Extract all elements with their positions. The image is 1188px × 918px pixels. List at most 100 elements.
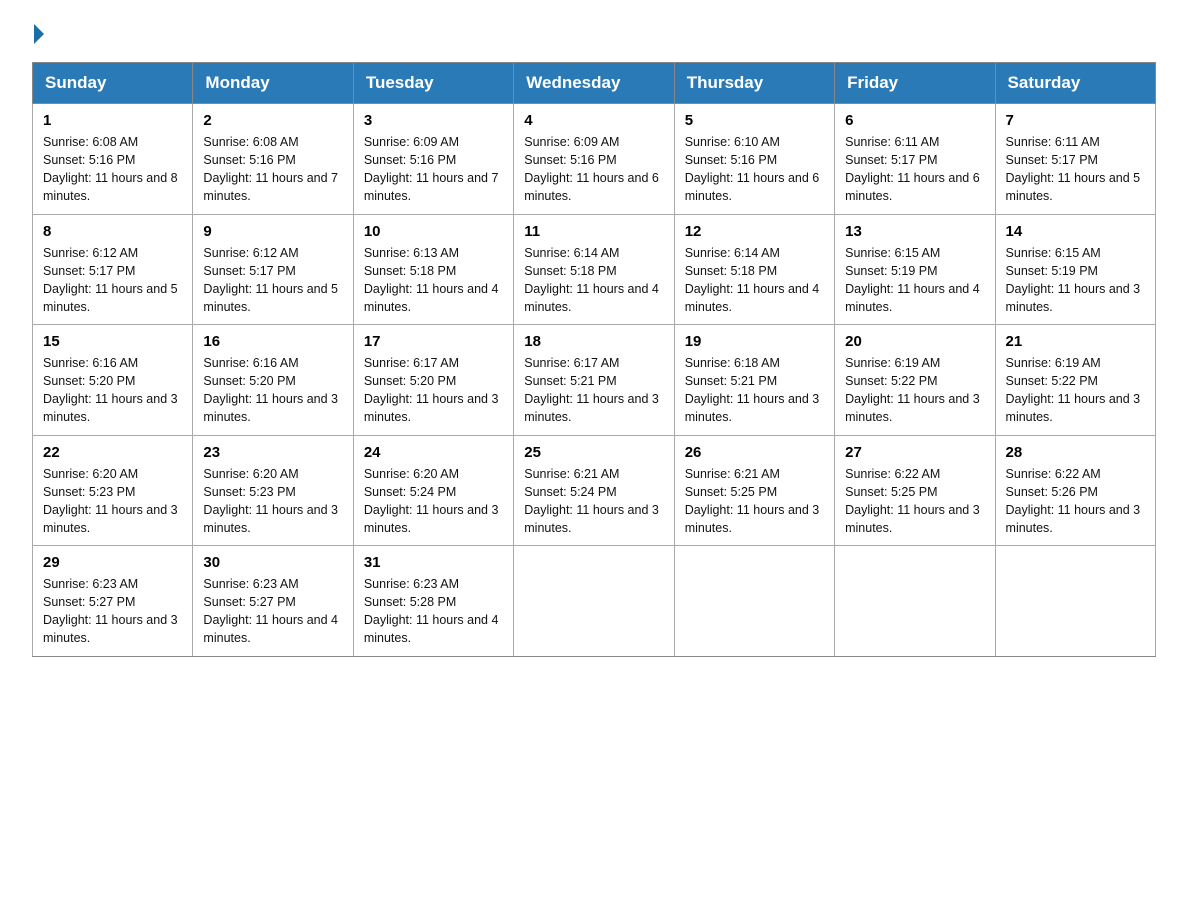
day-info: Sunrise: 6:18 AMSunset: 5:21 PMDaylight:… <box>685 356 820 424</box>
calendar-header-monday: Monday <box>193 63 353 104</box>
page-header <box>32 24 1156 44</box>
calendar-cell: 18 Sunrise: 6:17 AMSunset: 5:21 PMDayligh… <box>514 325 674 436</box>
calendar-header-saturday: Saturday <box>995 63 1155 104</box>
day-number: 13 <box>845 223 984 240</box>
calendar-cell: 3 Sunrise: 6:09 AMSunset: 5:16 PMDaylight… <box>353 104 513 215</box>
calendar-week-row: 1Sunrise: 6:08 AMSunset: 5:16 PMDaylight… <box>33 104 1156 215</box>
calendar-cell: 9Sunrise: 6:12 AMSunset: 5:17 PMDaylight… <box>193 214 353 325</box>
day-info: Sunrise: 6:16 AMSunset: 5:20 PMDaylight:… <box>43 356 178 424</box>
calendar-cell <box>835 546 995 657</box>
day-number: 22 <box>43 444 182 461</box>
day-info: Sunrise: 6:16 AMSunset: 5:20 PMDaylight:… <box>203 356 338 424</box>
day-number: 23 <box>203 444 342 461</box>
day-number: 16 <box>203 333 342 350</box>
day-number: 3 <box>364 112 503 129</box>
calendar-cell: 7 Sunrise: 6:11 AMSunset: 5:17 PMDaylight… <box>995 104 1155 215</box>
day-info: Sunrise: 6:22 AMSunset: 5:25 PMDaylight:… <box>845 467 980 535</box>
day-number: 7 <box>1006 112 1145 129</box>
day-number: 8 <box>43 223 182 240</box>
day-number: 12 <box>685 223 824 240</box>
logo-arrow-icon <box>34 24 44 44</box>
day-info: Sunrise: 6:20 AMSunset: 5:23 PMDaylight:… <box>43 467 178 535</box>
day-info: Sunrise: 6:23 AMSunset: 5:28 PMDaylight:… <box>364 577 499 645</box>
calendar-cell: 11 Sunrise: 6:14 AMSunset: 5:18 PMDayligh… <box>514 214 674 325</box>
day-number: 6 <box>845 112 984 129</box>
day-info: Sunrise: 6:21 AMSunset: 5:24 PMDaylight:… <box>524 467 659 535</box>
calendar-week-row: 22 Sunrise: 6:20 AMSunset: 5:23 PMDayligh… <box>33 435 1156 546</box>
day-info: Sunrise: 6:08 AMSunset: 5:16 PMDaylight:… <box>203 135 338 203</box>
day-info: Sunrise: 6:08 AMSunset: 5:16 PMDaylight:… <box>43 135 178 203</box>
day-info: Sunrise: 6:20 AMSunset: 5:24 PMDaylight:… <box>364 467 499 535</box>
day-number: 17 <box>364 333 503 350</box>
calendar-cell: 22 Sunrise: 6:20 AMSunset: 5:23 PMDayligh… <box>33 435 193 546</box>
day-info: Sunrise: 6:11 AMSunset: 5:17 PMDaylight:… <box>845 135 980 203</box>
calendar-header-wednesday: Wednesday <box>514 63 674 104</box>
day-number: 27 <box>845 444 984 461</box>
calendar-table: SundayMondayTuesdayWednesdayThursdayFrid… <box>32 62 1156 657</box>
day-number: 26 <box>685 444 824 461</box>
calendar-header-tuesday: Tuesday <box>353 63 513 104</box>
day-info: Sunrise: 6:09 AMSunset: 5:16 PMDaylight:… <box>364 135 499 203</box>
day-info: Sunrise: 6:14 AMSunset: 5:18 PMDaylight:… <box>524 246 659 314</box>
day-number: 29 <box>43 554 182 571</box>
calendar-cell <box>995 546 1155 657</box>
day-number: 24 <box>364 444 503 461</box>
day-info: Sunrise: 6:20 AMSunset: 5:23 PMDaylight:… <box>203 467 338 535</box>
day-info: Sunrise: 6:22 AMSunset: 5:26 PMDaylight:… <box>1006 467 1141 535</box>
calendar-cell: 12 Sunrise: 6:14 AMSunset: 5:18 PMDayligh… <box>674 214 834 325</box>
day-number: 14 <box>1006 223 1145 240</box>
day-number: 2 <box>203 112 342 129</box>
day-number: 15 <box>43 333 182 350</box>
day-number: 9 <box>203 223 342 240</box>
day-number: 30 <box>203 554 342 571</box>
day-info: Sunrise: 6:23 AMSunset: 5:27 PMDaylight:… <box>203 577 338 645</box>
calendar-cell: 16 Sunrise: 6:16 AMSunset: 5:20 PMDayligh… <box>193 325 353 436</box>
day-number: 25 <box>524 444 663 461</box>
day-info: Sunrise: 6:17 AMSunset: 5:21 PMDaylight:… <box>524 356 659 424</box>
calendar-cell: 31 Sunrise: 6:23 AMSunset: 5:28 PMDayligh… <box>353 546 513 657</box>
day-number: 31 <box>364 554 503 571</box>
calendar-cell: 4Sunrise: 6:09 AMSunset: 5:16 PMDaylight… <box>514 104 674 215</box>
calendar-week-row: 29 Sunrise: 6:23 AMSunset: 5:27 PMDayligh… <box>33 546 1156 657</box>
calendar-cell: 20 Sunrise: 6:19 AMSunset: 5:22 PMDayligh… <box>835 325 995 436</box>
day-info: Sunrise: 6:17 AMSunset: 5:20 PMDaylight:… <box>364 356 499 424</box>
day-info: Sunrise: 6:23 AMSunset: 5:27 PMDaylight:… <box>43 577 178 645</box>
day-info: Sunrise: 6:11 AMSunset: 5:17 PMDaylight:… <box>1006 135 1141 203</box>
calendar-cell: 5Sunrise: 6:10 AMSunset: 5:16 PMDaylight… <box>674 104 834 215</box>
day-number: 21 <box>1006 333 1145 350</box>
day-info: Sunrise: 6:19 AMSunset: 5:22 PMDaylight:… <box>1006 356 1141 424</box>
calendar-cell: 26 Sunrise: 6:21 AMSunset: 5:25 PMDayligh… <box>674 435 834 546</box>
day-number: 18 <box>524 333 663 350</box>
calendar-cell: 25 Sunrise: 6:21 AMSunset: 5:24 PMDayligh… <box>514 435 674 546</box>
calendar-cell: 13 Sunrise: 6:15 AMSunset: 5:19 PMDayligh… <box>835 214 995 325</box>
day-number: 19 <box>685 333 824 350</box>
calendar-cell: 28 Sunrise: 6:22 AMSunset: 5:26 PMDayligh… <box>995 435 1155 546</box>
calendar-cell: 23 Sunrise: 6:20 AMSunset: 5:23 PMDayligh… <box>193 435 353 546</box>
day-number: 10 <box>364 223 503 240</box>
calendar-cell: 15 Sunrise: 6:16 AMSunset: 5:20 PMDayligh… <box>33 325 193 436</box>
day-info: Sunrise: 6:19 AMSunset: 5:22 PMDaylight:… <box>845 356 980 424</box>
logo <box>32 24 46 44</box>
calendar-week-row: 8 Sunrise: 6:12 AMSunset: 5:17 PMDaylight… <box>33 214 1156 325</box>
day-info: Sunrise: 6:12 AMSunset: 5:17 PMDaylight:… <box>43 246 178 314</box>
calendar-header-friday: Friday <box>835 63 995 104</box>
calendar-cell: 2 Sunrise: 6:08 AMSunset: 5:16 PMDaylight… <box>193 104 353 215</box>
day-info: Sunrise: 6:13 AMSunset: 5:18 PMDaylight:… <box>364 246 499 314</box>
day-number: 11 <box>524 223 663 240</box>
calendar-cell: 27 Sunrise: 6:22 AMSunset: 5:25 PMDayligh… <box>835 435 995 546</box>
calendar-cell: 6 Sunrise: 6:11 AMSunset: 5:17 PMDaylight… <box>835 104 995 215</box>
calendar-cell: 10 Sunrise: 6:13 AMSunset: 5:18 PMDayligh… <box>353 214 513 325</box>
calendar-header-thursday: Thursday <box>674 63 834 104</box>
calendar-cell: 29 Sunrise: 6:23 AMSunset: 5:27 PMDayligh… <box>33 546 193 657</box>
calendar-cell: 30 Sunrise: 6:23 AMSunset: 5:27 PMDayligh… <box>193 546 353 657</box>
calendar-cell: 21 Sunrise: 6:19 AMSunset: 5:22 PMDayligh… <box>995 325 1155 436</box>
day-number: 28 <box>1006 444 1145 461</box>
day-info: Sunrise: 6:15 AMSunset: 5:19 PMDaylight:… <box>1006 246 1141 314</box>
day-info: Sunrise: 6:14 AMSunset: 5:18 PMDaylight:… <box>685 246 820 314</box>
calendar-cell <box>514 546 674 657</box>
day-number: 5 <box>685 112 824 129</box>
calendar-cell: 1Sunrise: 6:08 AMSunset: 5:16 PMDaylight… <box>33 104 193 215</box>
day-number: 20 <box>845 333 984 350</box>
day-info: Sunrise: 6:15 AMSunset: 5:19 PMDaylight:… <box>845 246 980 314</box>
day-info: Sunrise: 6:21 AMSunset: 5:25 PMDaylight:… <box>685 467 820 535</box>
